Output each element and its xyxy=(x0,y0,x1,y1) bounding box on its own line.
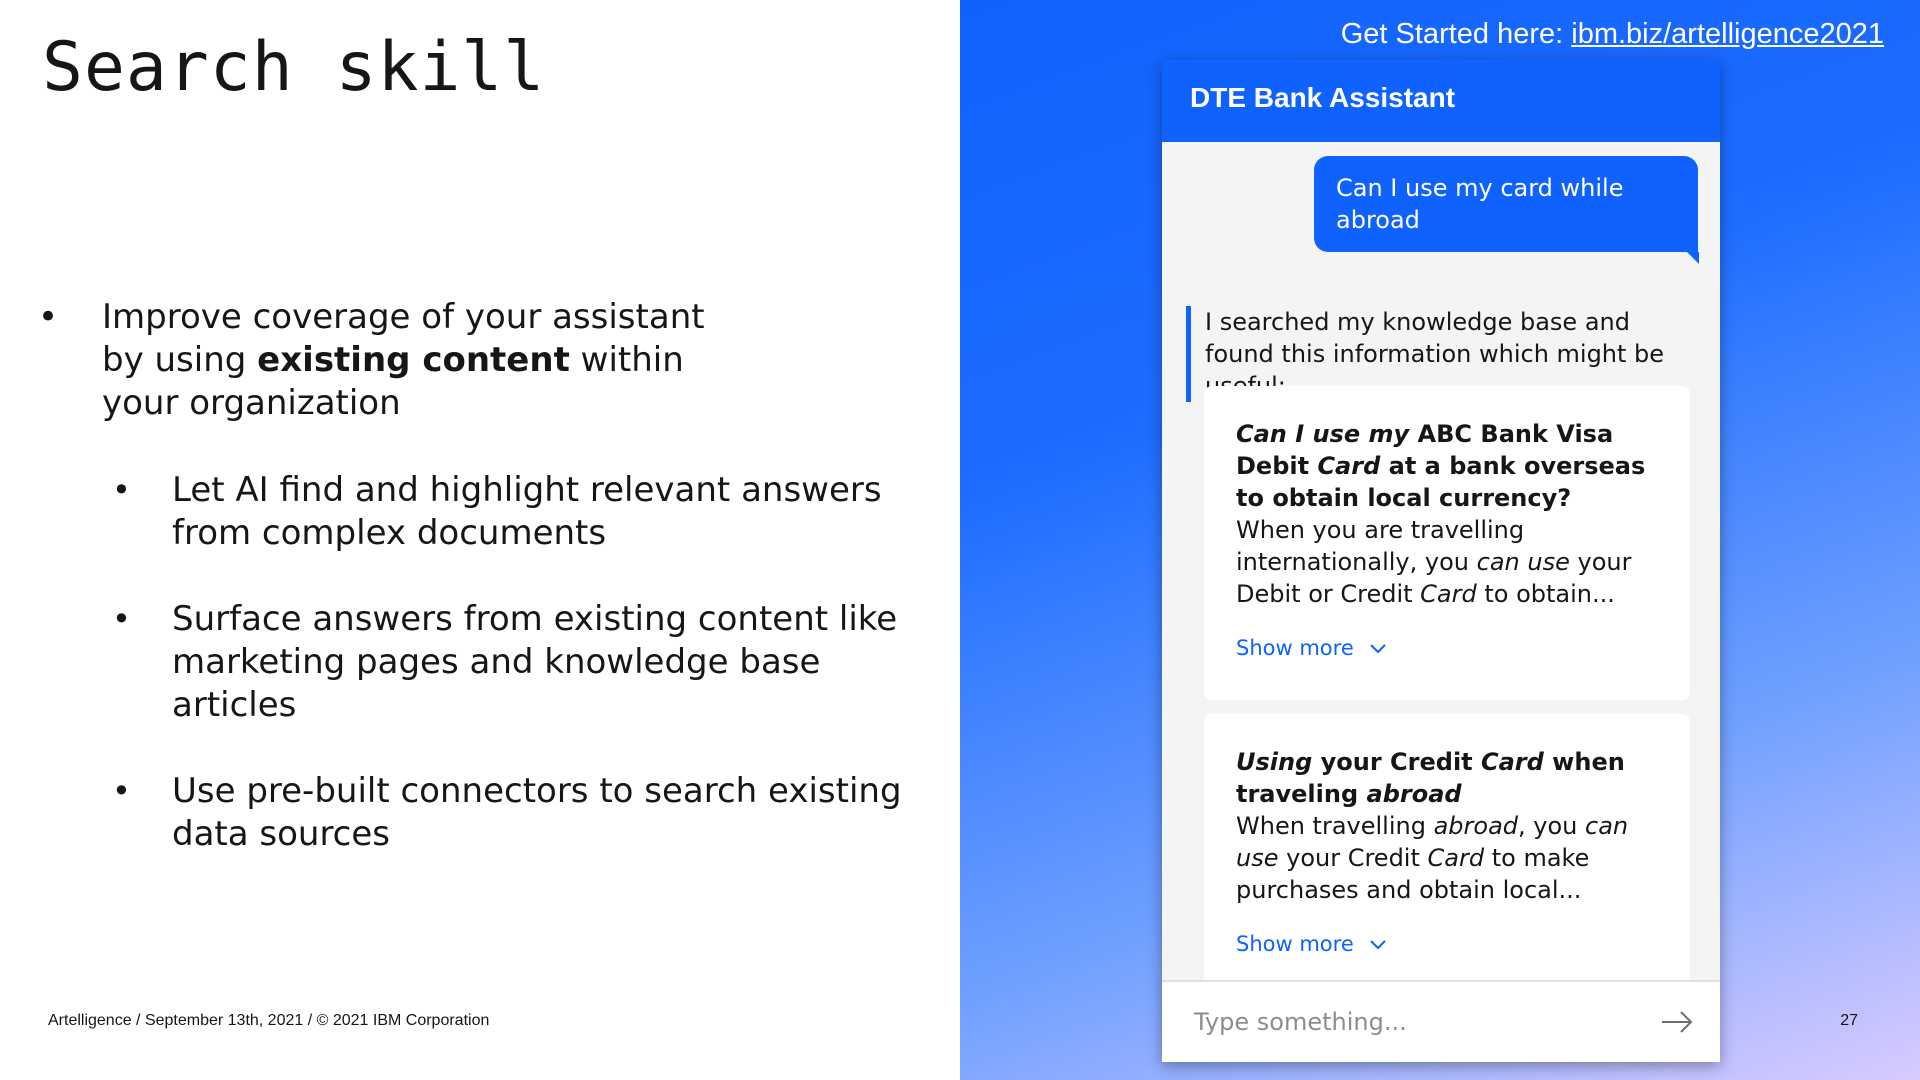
text-run: When travelling xyxy=(1236,812,1434,840)
sub-bullet-text: Surface answers from existing content li… xyxy=(172,599,898,725)
page-number: 27 xyxy=(1840,1012,1858,1029)
arrow-right-icon[interactable] xyxy=(1660,1010,1694,1034)
text-run: abroad xyxy=(1433,812,1519,840)
search-result-title: Using your Credit Card when traveling ab… xyxy=(1236,746,1658,810)
sub-bullet-text: Use pre-built connectors to search exist… xyxy=(172,771,902,854)
chat-input-bar xyxy=(1162,980,1720,1062)
search-result-excerpt: When you are travelling internationally,… xyxy=(1236,514,1658,610)
show-more-label: Show more xyxy=(1236,636,1354,660)
text-run: can use xyxy=(1476,548,1570,576)
get-started-label: Get Started here: xyxy=(1340,18,1572,50)
text-run: Using xyxy=(1236,748,1313,776)
text-run: your Credit xyxy=(1278,844,1428,872)
sub-bullet: • Surface answers from existing content … xyxy=(112,598,942,727)
search-result-excerpt: When travelling abroad, you can use your… xyxy=(1236,810,1658,906)
chat-widget: DTE Bank Assistant Can I use my card whi… xyxy=(1162,60,1720,1062)
chevron-down-icon xyxy=(1370,644,1386,654)
show-more-button[interactable]: Show more xyxy=(1236,636,1388,660)
chat-header-title: DTE Bank Assistant xyxy=(1162,60,1720,142)
get-started-banner: Get Started here: ibm.biz/artelligence20… xyxy=(1341,18,1884,51)
sub-bullet: • Use pre-built connectors to search exi… xyxy=(112,770,942,856)
bullet-dot: • xyxy=(112,471,131,509)
show-more-button[interactable]: Show more xyxy=(1236,932,1388,956)
bullet-dot: • xyxy=(38,297,59,337)
sub-bullet-text: Let AI find and highlight relevant answe… xyxy=(172,470,882,553)
text-run: to obtain... xyxy=(1476,580,1615,608)
text-run: Card xyxy=(1317,452,1381,480)
search-result-title: Can I use my ABC Bank Visa Debit Card at… xyxy=(1236,418,1658,514)
user-message-bubble: Can I use my card while abroad xyxy=(1314,156,1699,264)
text-run: Card xyxy=(1420,580,1477,608)
show-more-label: Show more xyxy=(1236,932,1354,956)
get-started-link[interactable]: ibm.biz/artelligence2021 xyxy=(1571,18,1884,50)
main-bullet: • Improve coverage of your assistant by … xyxy=(38,296,938,425)
sub-bullet-list: • Let AI find and highlight relevant ans… xyxy=(112,469,938,856)
message-input[interactable] xyxy=(1194,1008,1660,1036)
slide-footer: Artelligence / September 13th, 2021 / © … xyxy=(48,1012,490,1029)
text-run: Card xyxy=(1481,748,1544,776)
slide-title: Search skill xyxy=(42,28,546,107)
search-result-card: Can I use my ABC Bank Visa Debit Card at… xyxy=(1204,386,1690,700)
search-result-card: Using your Credit Card when traveling ab… xyxy=(1204,714,1690,980)
text-run: , you xyxy=(1518,812,1585,840)
text-run: abroad xyxy=(1366,780,1462,808)
bullet-dot: • xyxy=(112,772,131,810)
main-bullet-bold-text: existing content xyxy=(257,340,570,380)
bullet-list: • Improve coverage of your assistant by … xyxy=(38,296,938,899)
text-run: Card xyxy=(1427,844,1485,872)
main-bullet-text: Improve coverage of your assistant by us… xyxy=(38,296,738,425)
chat-conversation[interactable]: Can I use my card while abroad I searche… xyxy=(1162,142,1720,980)
bullet-dot: • xyxy=(112,600,131,638)
chevron-down-icon xyxy=(1370,940,1386,950)
text-run: Can I use my xyxy=(1236,420,1410,448)
text-run: your Credit xyxy=(1312,748,1481,776)
sub-bullet: • Let AI find and highlight relevant ans… xyxy=(112,469,942,555)
